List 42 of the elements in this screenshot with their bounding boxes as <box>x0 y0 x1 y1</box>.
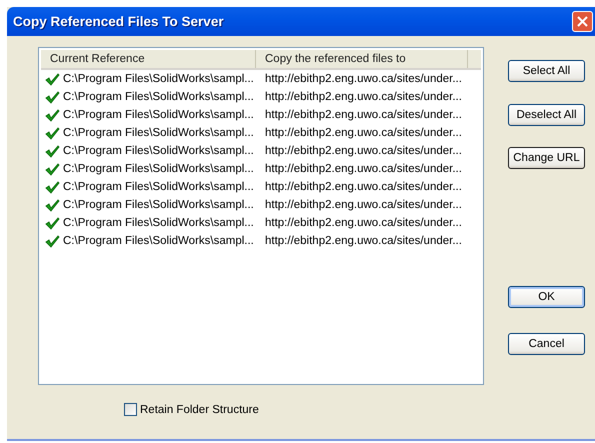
checkbox[interactable] <box>124 403 137 416</box>
reference-path: C:\Program Files\SolidWorks\sampl... <box>63 217 254 229</box>
reference-path: C:\Program Files\SolidWorks\sampl... <box>63 109 254 121</box>
close-icon <box>577 16 588 27</box>
destination-url: http://ebithp2.eng.uwo.ca/sites/under... <box>264 163 463 175</box>
reference-path: C:\Program Files\SolidWorks\sampl... <box>63 73 254 85</box>
destination-url: http://ebithp2.eng.uwo.ca/sites/under... <box>264 73 463 85</box>
destination-url: http://ebithp2.eng.uwo.ca/sites/under... <box>264 199 463 211</box>
reference-path: C:\Program Files\SolidWorks\sampl... <box>63 199 254 211</box>
close-button[interactable] <box>572 11 593 32</box>
destination-url: http://ebithp2.eng.uwo.ca/sites/under... <box>264 127 463 139</box>
destination-url: http://ebithp2.eng.uwo.ca/sites/under... <box>264 145 463 157</box>
reference-path: C:\Program Files\SolidWorks\sampl... <box>63 163 254 175</box>
check-icon[interactable] <box>45 162 60 176</box>
column-header[interactable]: Current Reference <box>41 50 256 68</box>
destination-url: http://ebithp2.eng.uwo.ca/sites/under... <box>264 217 463 229</box>
checkbox-label: Retain Folder Structure <box>140 404 259 416</box>
destination-url: http://ebithp2.eng.uwo.ca/sites/under... <box>264 235 463 247</box>
action-button[interactable]: Deselect All <box>508 104 585 126</box>
reference-path: C:\Program Files\SolidWorks\sampl... <box>63 127 254 139</box>
reference-path: C:\Program Files\SolidWorks\sampl... <box>63 235 254 247</box>
reference-path: C:\Program Files\SolidWorks\sampl... <box>63 181 254 193</box>
check-icon[interactable] <box>45 90 60 104</box>
check-icon[interactable] <box>45 108 60 122</box>
destination-url: http://ebithp2.eng.uwo.ca/sites/under... <box>264 91 463 103</box>
cancel-button[interactable]: Cancel <box>508 333 585 355</box>
reference-path: C:\Program Files\SolidWorks\sampl... <box>63 145 254 157</box>
check-icon[interactable] <box>45 234 60 248</box>
reference-path: C:\Program Files\SolidWorks\sampl... <box>63 91 254 103</box>
column-header[interactable]: Copy the referenced files to <box>256 50 468 68</box>
action-button[interactable]: Select All <box>508 60 585 82</box>
destination-url: http://ebithp2.eng.uwo.ca/sites/under... <box>264 109 463 121</box>
check-icon[interactable] <box>45 198 60 212</box>
check-icon[interactable] <box>45 180 60 194</box>
ok-button[interactable]: OK <box>508 286 585 308</box>
check-icon[interactable] <box>45 216 60 230</box>
check-icon[interactable] <box>45 126 60 140</box>
check-icon[interactable] <box>45 72 60 86</box>
window-title: Copy Referenced Files To Server <box>13 14 224 29</box>
destination-url: http://ebithp2.eng.uwo.ca/sites/under... <box>264 181 463 193</box>
check-icon[interactable] <box>45 144 60 158</box>
action-button[interactable]: Change URL <box>508 147 585 169</box>
